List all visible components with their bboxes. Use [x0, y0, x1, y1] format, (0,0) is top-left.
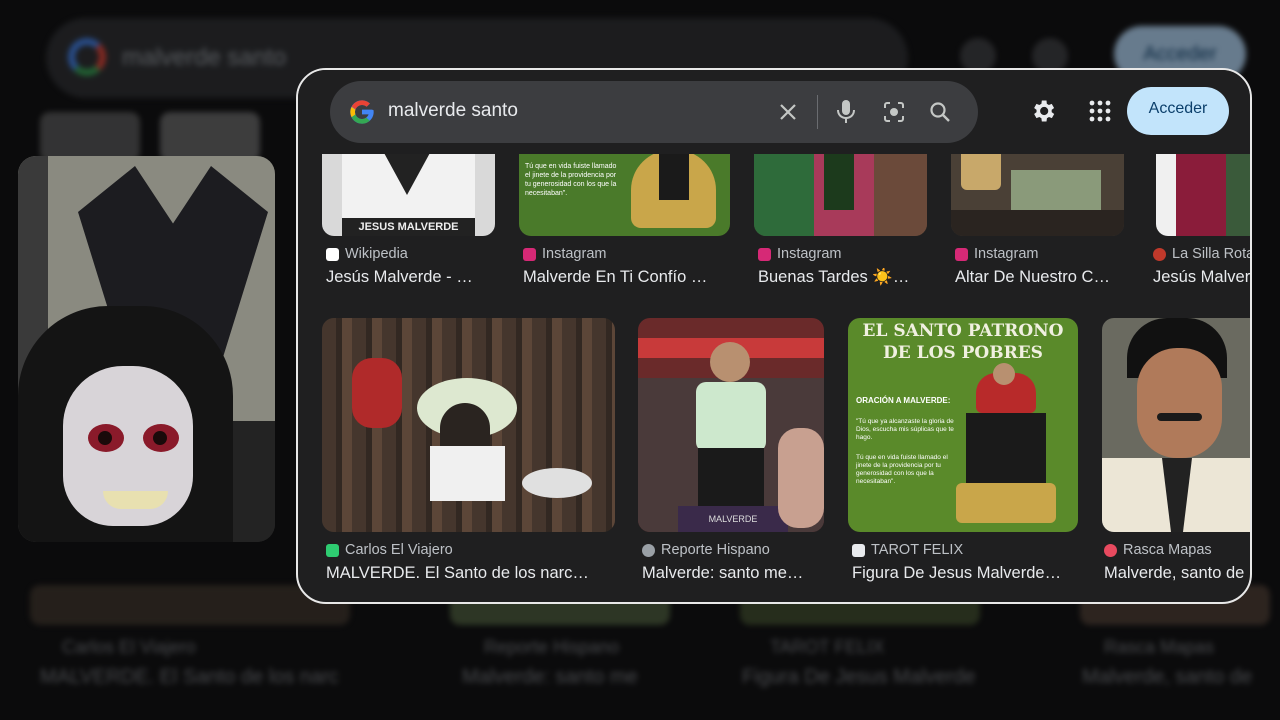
background-source: Reporte Hispano [484, 637, 620, 657]
result-source: Wikipedia [326, 246, 408, 262]
tarot-felix-icon [852, 543, 865, 557]
result-title[interactable]: Malverde, santo de [1104, 564, 1250, 583]
result-source: Reporte Hispano [642, 542, 770, 558]
result-title[interactable]: Jesús Malver [1153, 268, 1250, 287]
sign-in-button[interactable]: Acceder [1127, 87, 1229, 135]
webcam-overlay [18, 156, 275, 542]
result-title[interactable]: Jesús Malverde - … [326, 268, 491, 287]
google-logo-icon [350, 100, 374, 124]
search-bar[interactable]: malverde santo [330, 81, 978, 143]
settings-gear-icon[interactable] [1026, 94, 1060, 128]
result-source: Carlos El Viajero [326, 542, 453, 558]
result-title[interactable]: Malverde: santo me… [642, 564, 822, 583]
camera-search-icon[interactable] [879, 97, 909, 127]
background-title: Figura De Jesus Malverde [742, 666, 976, 688]
microphone-icon[interactable] [831, 97, 861, 127]
background-source: Rasca Mapas [1104, 637, 1215, 657]
result-thumbnail[interactable]: EL SANTO PATRONO DE LOS POBRES ORACIÓN A… [848, 318, 1078, 532]
rasca-mapas-icon [1104, 543, 1117, 557]
instagram-icon [758, 247, 771, 261]
result-title[interactable]: Altar De Nuestro C… [955, 268, 1125, 287]
result-source: La Silla Rota [1153, 246, 1250, 262]
background-google-logo [68, 38, 106, 76]
result-source: TAROT FELIX [852, 542, 963, 558]
result-title[interactable]: Malverde En Ti Confío … [523, 268, 728, 287]
result-title[interactable]: MALVERDE. El Santo de los narc… [326, 564, 611, 583]
background-title: Malverde, santo de [1082, 666, 1253, 688]
result-title[interactable]: Figura De Jesus Malverde… [852, 564, 1077, 583]
clear-icon[interactable] [773, 97, 803, 127]
search-icon[interactable] [925, 97, 955, 127]
instagram-icon [523, 247, 536, 261]
image-results-panel: malverde santo Acceder JESUS MALVERDE Wi… [296, 68, 1252, 604]
la-silla-rota-icon [1153, 247, 1166, 261]
search-divider [817, 95, 818, 129]
search-query[interactable]: malverde santo [388, 100, 518, 122]
result-source: Instagram [955, 246, 1038, 262]
result-source: Instagram [758, 246, 841, 262]
result-thumbnail[interactable] [1102, 318, 1250, 532]
background-source: Carlos El Viajero [62, 637, 196, 657]
background-source: TAROT FELIX [770, 637, 885, 657]
result-thumbnail[interactable] [322, 318, 615, 532]
carlos-el-viajero-icon [326, 543, 339, 557]
result-title[interactable]: Buenas Tardes ☀️… [758, 268, 928, 287]
instagram-icon [955, 247, 968, 261]
wikipedia-icon [326, 247, 339, 261]
background-title: MALVERDE. El Santo de los narc [40, 666, 339, 688]
background-title: Malverde: santo me [462, 666, 638, 688]
reporte-hispano-icon [642, 543, 655, 557]
result-source: Rasca Mapas [1104, 542, 1212, 558]
background-thumb [40, 112, 140, 162]
background-thumb [160, 112, 260, 162]
result-source: Instagram [523, 246, 606, 262]
result-thumbnail[interactable]: MALVERDE [638, 318, 824, 532]
apps-grid-icon[interactable] [1083, 94, 1117, 128]
background-query: malverde santo [122, 44, 287, 71]
